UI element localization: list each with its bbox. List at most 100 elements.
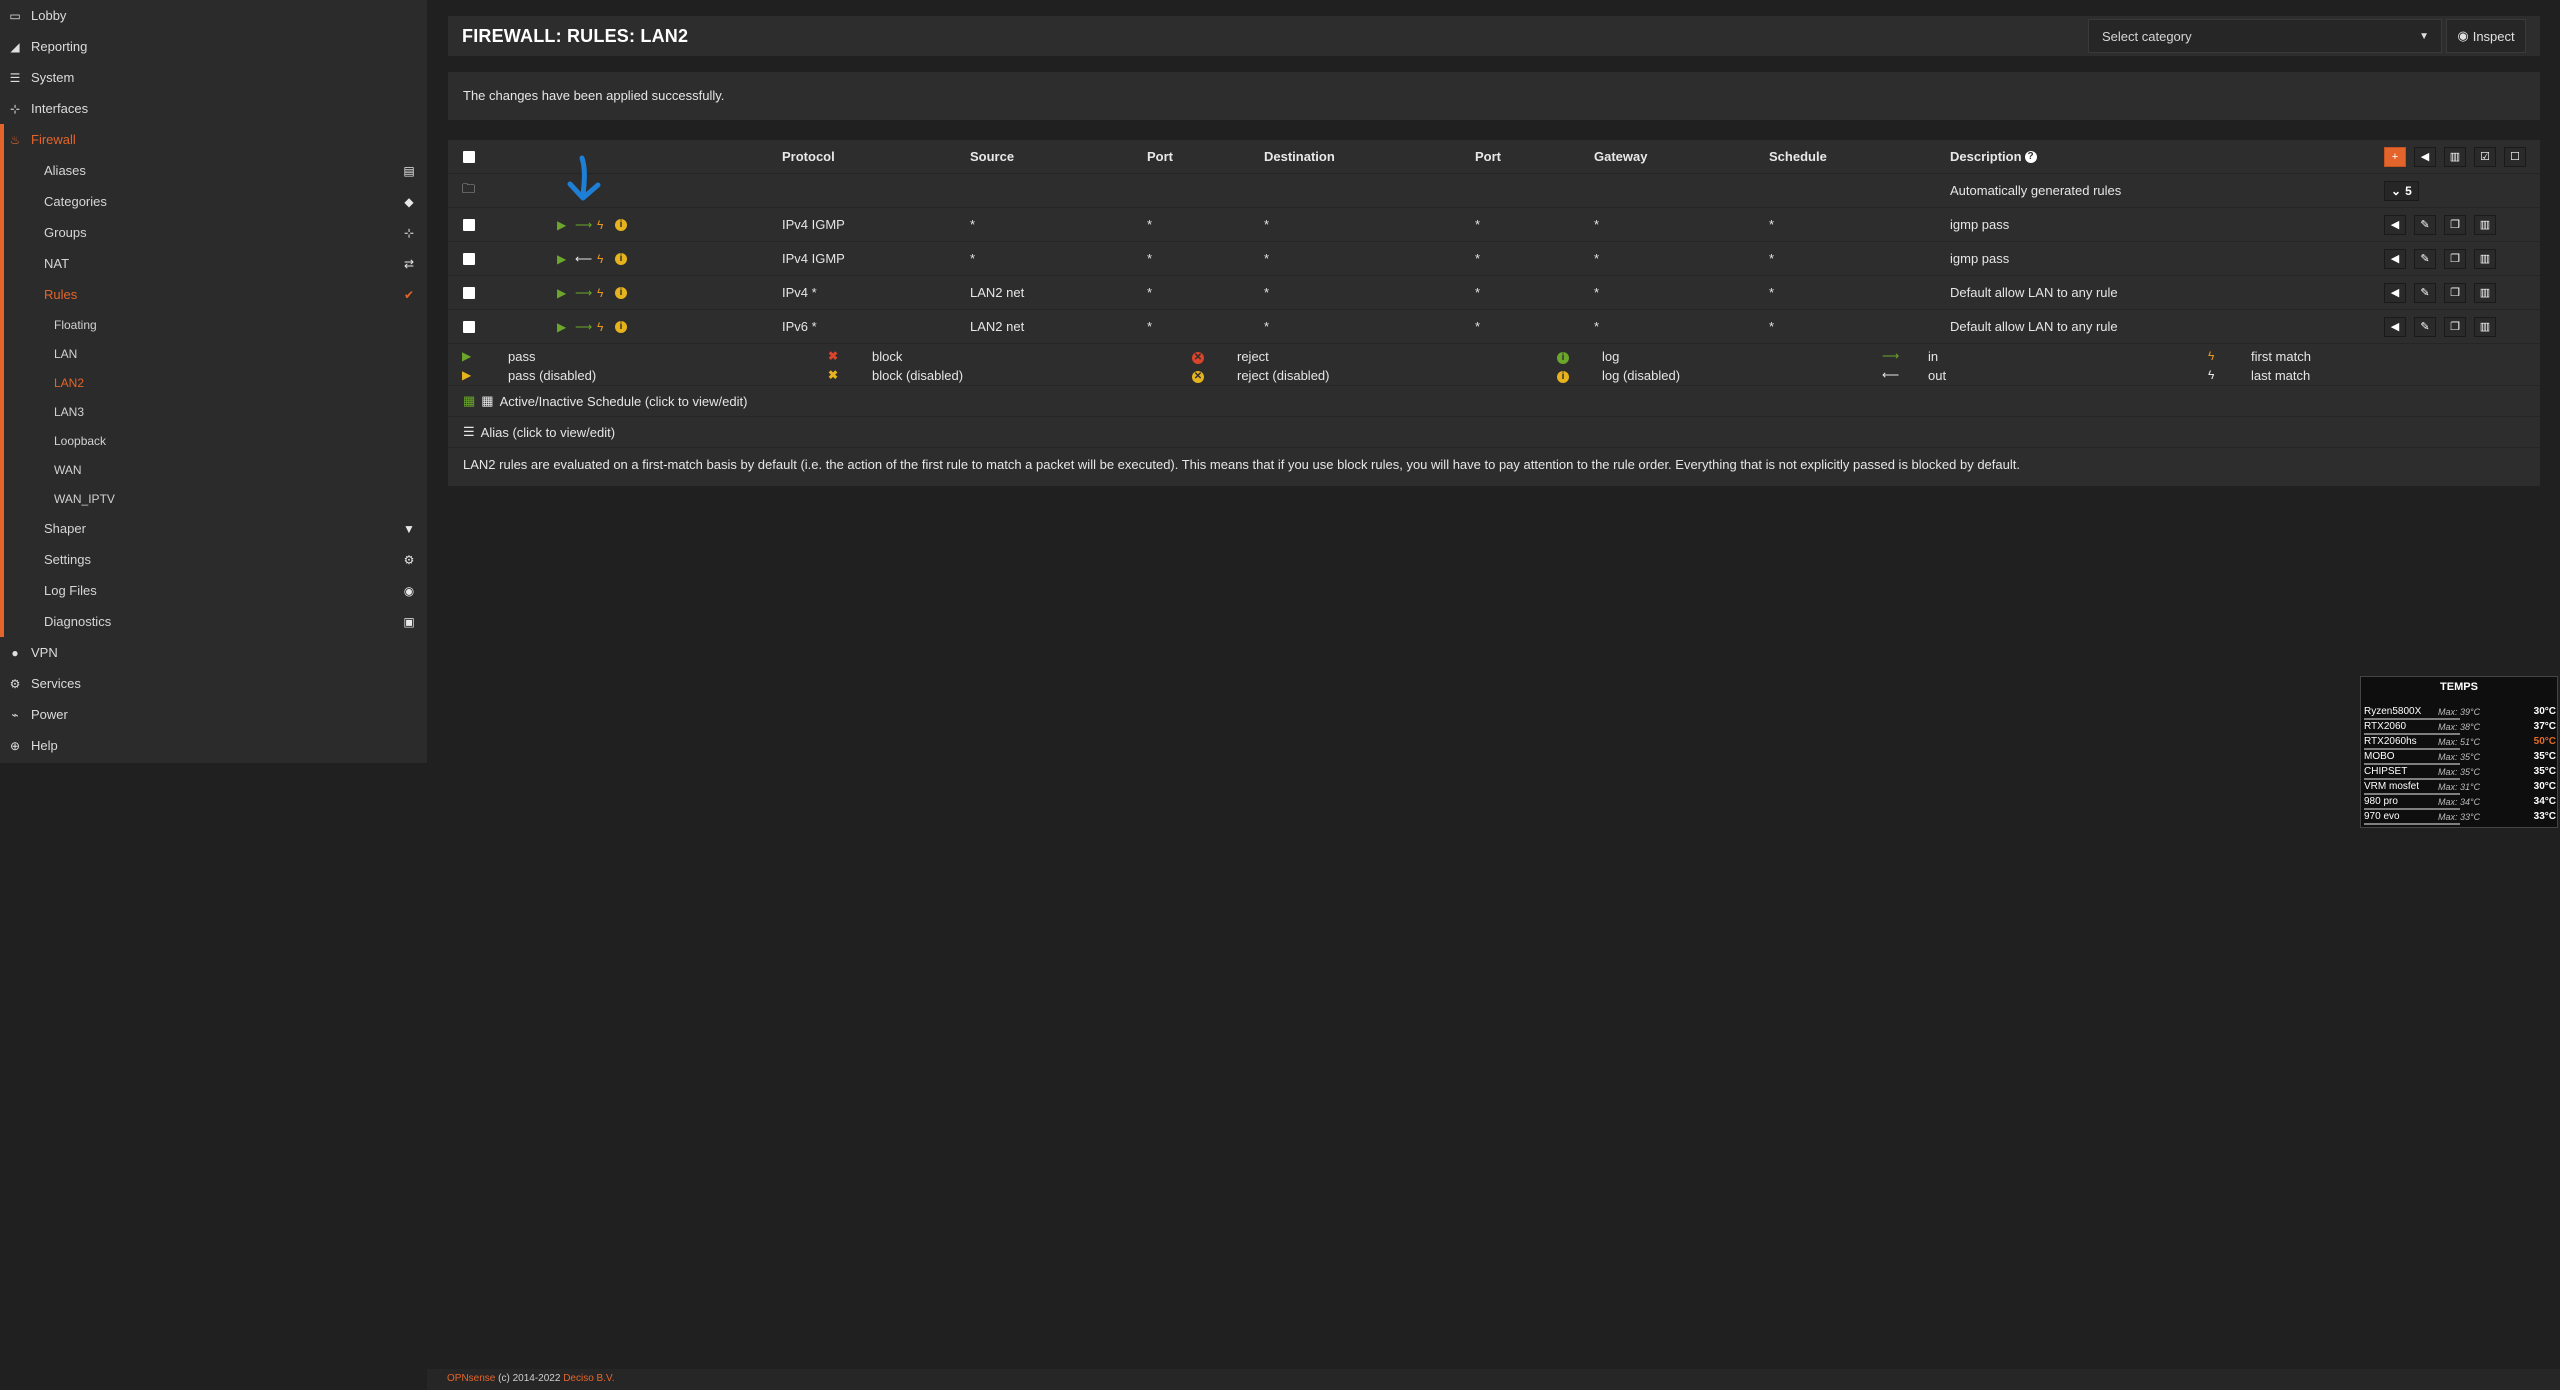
sidebar-item-wan[interactable]: WAN <box>0 455 427 484</box>
move-rule-button[interactable]: ◀ <box>2384 248 2406 269</box>
table-row[interactable]: ▶ ⟶ ϟ i IPv4 * LAN2 net * * * * * Defaul… <box>448 276 2540 310</box>
rule-source: LAN2 net <box>970 285 1025 300</box>
pass-icon[interactable]: ▶ <box>557 320 566 334</box>
row-checkbox[interactable] <box>463 286 475 299</box>
sidebar-item-interfaces[interactable]: ⊹ Interfaces <box>0 93 427 124</box>
edit-rule-button[interactable]: ✎ <box>2414 282 2436 303</box>
sidebar-item-aliases[interactable]: Aliases ▤ <box>0 155 427 186</box>
sidebar-item-loopback[interactable]: Loopback <box>0 426 427 455</box>
row-checkbox[interactable] <box>463 218 475 231</box>
move-rule-button[interactable]: ◀ <box>2384 214 2406 235</box>
sidebar-item-label: Power <box>31 707 68 722</box>
temp-sensor-max: Max: 33°C <box>2438 812 2481 822</box>
rule-description: Default allow LAN to any rule <box>1950 319 2118 334</box>
pass-icon[interactable]: ▶ <box>557 286 566 300</box>
clone-rule-button[interactable]: ❐ <box>2444 282 2466 303</box>
alert-message: The changes have been applied successful… <box>463 88 725 103</box>
footer: OPNsense (c) 2014-2022 Deciso B.V. <box>427 1369 2560 1390</box>
row-checkbox[interactable] <box>463 320 475 333</box>
sidebar-item-groups[interactable]: Groups ⊹ <box>0 217 427 248</box>
temp-row: 980 pro Max: 34°C 34°C <box>2364 795 2556 810</box>
rule-protocol: IPv4 IGMP <box>782 251 845 266</box>
log-disabled-icon[interactable]: i <box>615 286 627 300</box>
sidebar-item-services[interactable]: ⚙ Services <box>0 668 427 699</box>
category-select[interactable]: Select category ▼ <box>2088 19 2442 53</box>
sidebar-item-shaper[interactable]: Shaper ▼ <box>0 513 427 544</box>
sidebar-item-nat[interactable]: NAT ⇄ <box>0 248 427 279</box>
table-row[interactable]: ▶ ⟵ ϟ i IPv4 IGMP * * * * * * igmp pass … <box>448 242 2540 276</box>
rule-count-badge[interactable]: ⌄ 5 <box>2384 180 2419 201</box>
sidebar-item-rules[interactable]: Rules ✔ <box>0 279 427 310</box>
edit-rule-button[interactable]: ✎ <box>2414 248 2436 269</box>
sidebar-item-system[interactable]: ☰ System <box>0 62 427 93</box>
disable-selected-button[interactable]: ☐ <box>2504 146 2526 167</box>
legend-pass: pass <box>508 349 536 364</box>
sidebar-item-diagnostics[interactable]: Diagnostics ▣ <box>0 606 427 637</box>
sidebar-item-floating[interactable]: Floating <box>0 310 427 339</box>
edit-rule-button[interactable]: ✎ <box>2414 316 2436 337</box>
laptop-icon: ▭ <box>9 8 21 23</box>
sidebar-item-lobby[interactable]: ▭ Lobby <box>0 0 427 31</box>
temp-row: RTX2060hs Max: 51°C 50°C <box>2364 735 2556 750</box>
footer-company-link[interactable]: Deciso B.V. <box>563 1373 614 1384</box>
sidebar-item-lan3[interactable]: LAN3 <box>0 397 427 426</box>
add-rule-button[interactable]: + <box>2384 146 2406 167</box>
delete-rule-button[interactable]: ▥ <box>2474 214 2496 235</box>
table-row[interactable]: ▶ ⟶ ϟ i IPv4 IGMP * * * * * * igmp pass … <box>448 208 2540 242</box>
sidebar-item-vpn[interactable]: ● VPN <box>0 637 427 668</box>
legend-reject-disabled: reject (disabled) <box>1237 368 1330 383</box>
first-match-icon: ϟ <box>2208 349 2215 363</box>
move-rule-button[interactable]: ◀ <box>2384 282 2406 303</box>
enable-selected-button[interactable]: ☑ <box>2474 146 2496 167</box>
legend-pass-disabled: pass (disabled) <box>508 368 597 383</box>
log-disabled-icon[interactable]: i <box>615 320 627 334</box>
first-match-icon: ϟ <box>597 251 604 266</box>
clone-rule-button[interactable]: ❐ <box>2444 214 2466 235</box>
sidebar-item-wan-iptv[interactable]: WAN_IPTV <box>0 484 427 513</box>
delete-selected-button[interactable]: ▥ <box>2444 146 2466 167</box>
row-checkbox[interactable] <box>463 252 475 265</box>
select-all-checkbox[interactable] <box>463 150 475 163</box>
trash-icon: ▥ <box>2479 321 2491 333</box>
sidebar-item-log-files[interactable]: Log Files ◉ <box>0 575 427 606</box>
help-icon[interactable]: ? <box>2024 150 2037 163</box>
clone-icon: ❐ <box>2450 321 2460 333</box>
delete-rule-button[interactable]: ▥ <box>2474 316 2496 337</box>
legend-last-match: last match <box>2251 368 2311 383</box>
page-title: FIREWALL: RULES: LAN2 <box>462 26 689 46</box>
pass-icon: ▶ <box>462 349 472 363</box>
edit-rule-button[interactable]: ✎ <box>2414 214 2436 235</box>
sidebar-item-firewall[interactable]: ♨ Firewall <box>0 124 427 155</box>
delete-rule-button[interactable]: ▥ <box>2474 282 2496 303</box>
sidebar-item-categories[interactable]: Categories ◆ <box>0 186 427 217</box>
table-row[interactable]: ▶ ⟶ ϟ i IPv6 * LAN2 net * * * * * Defaul… <box>448 310 2540 344</box>
sidebar-item-label: Help <box>31 738 58 753</box>
move-rule-button[interactable]: ◀ <box>2384 316 2406 337</box>
pass-icon[interactable]: ▶ <box>557 252 566 266</box>
area-chart-icon: ◢ <box>10 39 20 54</box>
pass-icon[interactable]: ▶ <box>557 218 566 232</box>
sidebar-item-reporting[interactable]: ◢ Reporting <box>0 31 427 62</box>
log-disabled-icon[interactable]: i <box>615 218 627 232</box>
clone-rule-button[interactable]: ❐ <box>2444 316 2466 337</box>
temp-sensor-max: Max: 34°C <box>2438 797 2481 807</box>
sidebar-item-lan[interactable]: LAN <box>0 339 427 368</box>
rule-count: 5 <box>2405 183 2412 198</box>
temp-sensor-value: 37°C <box>2533 721 2556 732</box>
inspect-label: Inspect <box>2472 28 2515 44</box>
footer-brand-link[interactable]: OPNsense <box>447 1373 495 1384</box>
sidebar-item-help[interactable]: ⊕ Help <box>0 730 427 761</box>
rule-source-port: * <box>1147 319 1153 334</box>
block-icon: ✖ <box>828 349 839 363</box>
auto-rules-group-row[interactable]: 🗀 Automatically generated rules ⌄ 5 <box>448 174 2540 208</box>
clone-rule-button[interactable]: ❐ <box>2444 248 2466 269</box>
sidebar-item-settings[interactable]: Settings ⚙ <box>0 544 427 575</box>
sidebar-item-power[interactable]: ⌁ Power <box>0 699 427 730</box>
direction-in-icon: ⟶ <box>1882 349 1900 363</box>
inspect-button[interactable]: ◉ Inspect <box>2446 19 2526 53</box>
log-disabled-icon[interactable]: i <box>615 252 627 266</box>
move-selected-button[interactable]: ◀ <box>2414 146 2436 167</box>
sidebar-item-lan2[interactable]: LAN2 <box>0 368 427 397</box>
legend-log-disabled: log (disabled) <box>1602 368 1681 383</box>
delete-rule-button[interactable]: ▥ <box>2474 248 2496 269</box>
